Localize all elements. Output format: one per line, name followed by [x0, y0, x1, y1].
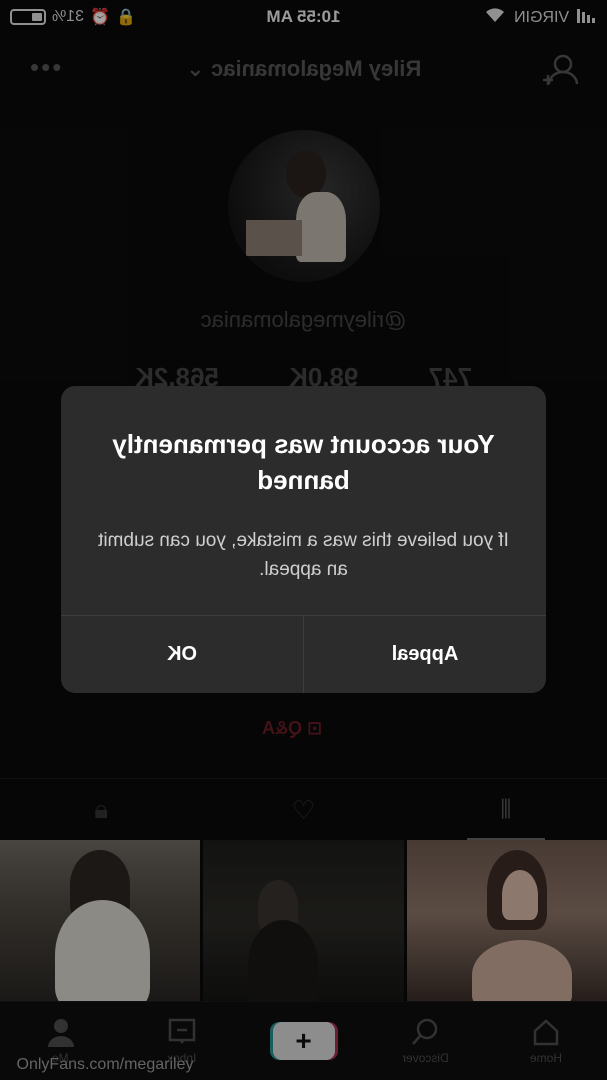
ban-dialog: Your account was permanently banned If y…: [61, 386, 546, 693]
dialog-title: Your account was permanently banned: [112, 429, 495, 495]
appeal-button[interactable]: Appeal: [304, 616, 546, 693]
ok-button[interactable]: OK: [61, 616, 303, 693]
dialog-actions: OK Appeal: [61, 615, 546, 693]
dialog-message: If you believe this was a mistake, you c…: [98, 530, 509, 580]
